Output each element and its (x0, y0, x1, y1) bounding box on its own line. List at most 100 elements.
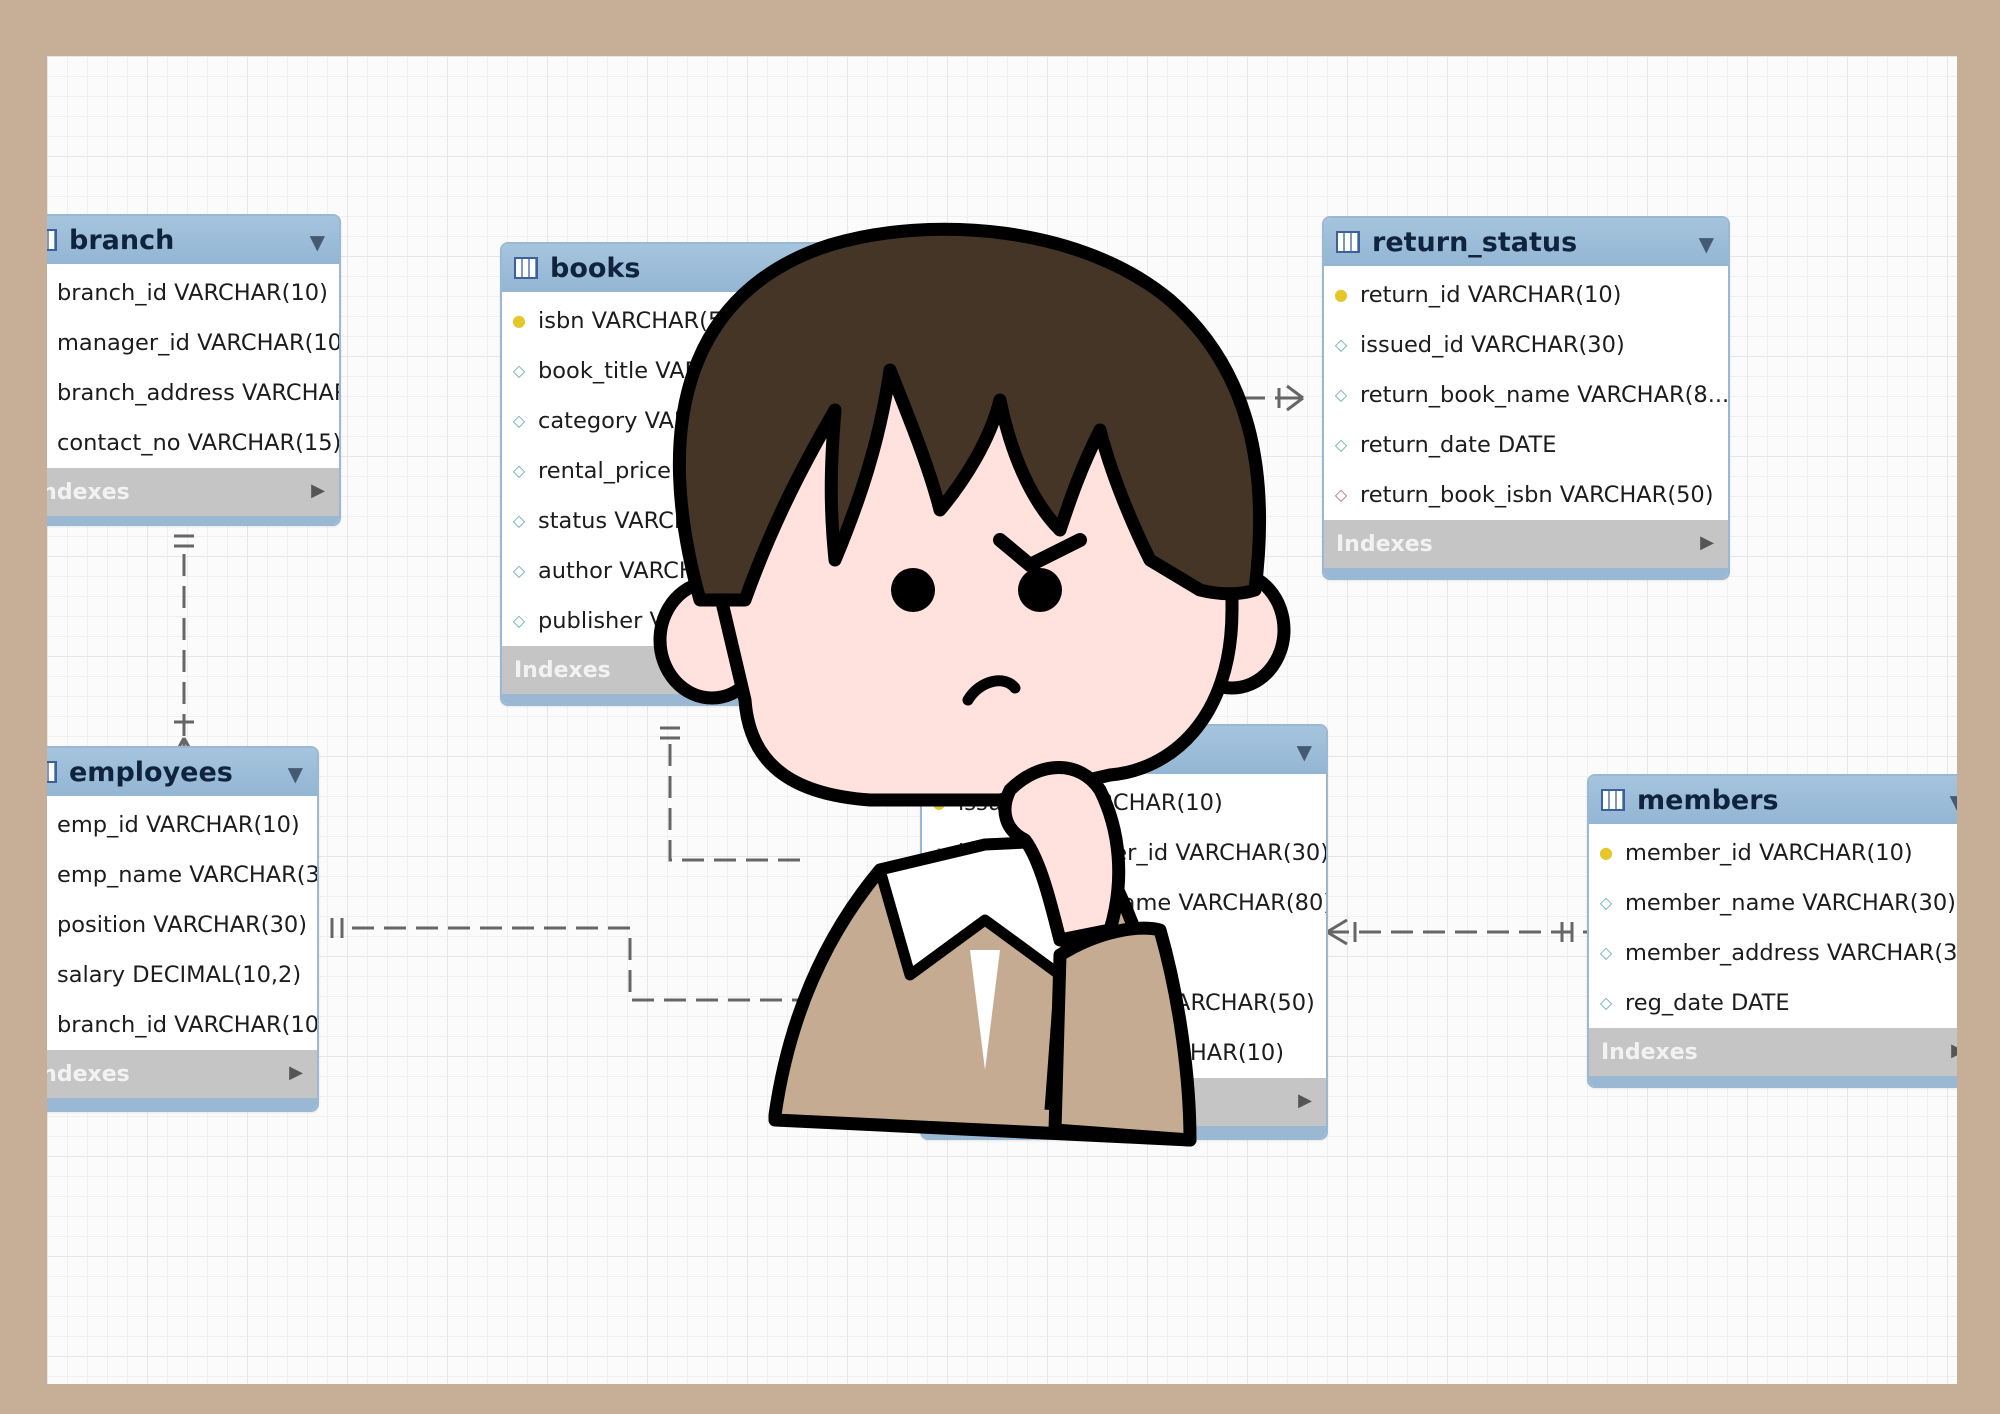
diamond-icon: ◇ (932, 893, 946, 912)
chevron-down-icon[interactable]: ▼ (1297, 740, 1312, 764)
entity-footer (1589, 1076, 1957, 1086)
triangle-right-icon[interactable]: ▶ (289, 1062, 303, 1083)
entity-footer (1324, 568, 1728, 578)
chevron-down-icon[interactable]: ▼ (288, 762, 303, 786)
column-row[interactable]: ◇ return_book_name VARCHAR(8... (1324, 370, 1728, 420)
column-row[interactable]: ◇ issued_emp_id VARCHAR(10) (922, 1028, 1326, 1078)
entity-title: branch (69, 224, 175, 256)
column-label: category VARCHAR(10) (538, 408, 799, 434)
crowfoot-branch-one (174, 534, 194, 548)
entity-header[interactable]: return_status ▼ (1324, 218, 1728, 266)
column-row[interactable]: ◇ rental_price DECIMAL(10,2) (502, 446, 842, 496)
column-row[interactable]: ◇ author VARCHAR(35) (502, 546, 842, 596)
foreign-key-diamond-icon: ◇ (932, 993, 946, 1012)
column-row[interactable]: ◇ issued_id VARCHAR(30) (1324, 320, 1728, 370)
column-row[interactable]: ● isbn VARCHAR(50) (502, 296, 842, 346)
triangle-right-icon[interactable]: ▶ (1700, 532, 1714, 553)
indexes-section[interactable]: Indexes ▶ (922, 1078, 1326, 1126)
diamond-icon: ◇ (512, 511, 526, 530)
entity-header[interactable]: employees ▼ (47, 748, 317, 796)
column-row[interactable]: ◇contact_no VARCHAR(15) (47, 418, 339, 468)
column-row[interactable]: ◇position VARCHAR(30) (47, 900, 317, 950)
column-row[interactable]: ● member_id VARCHAR(10) (1589, 828, 1957, 878)
foreign-key-diamond-icon: ◇ (932, 1043, 946, 1062)
column-label: issued_id VARCHAR(30) (1360, 332, 1625, 358)
table-icon (1336, 231, 1360, 253)
column-row[interactable]: ◇ category VARCHAR(10) (502, 396, 842, 446)
entity-employees[interactable]: employees ▼ ●emp_id VARCHAR(10) ◇emp_nam… (47, 746, 319, 1112)
column-row[interactable]: ● return_id VARCHAR(10) (1324, 270, 1728, 320)
entity-header[interactable]: books ▼ (502, 244, 842, 292)
column-row[interactable]: ● issued_id VARCHAR(10) (922, 778, 1326, 828)
column-row[interactable]: ◇ reg_date DATE (1589, 978, 1957, 1028)
triangle-right-icon[interactable]: ▶ (814, 658, 828, 679)
indexes-section[interactable]: Indexes ▶ (47, 468, 339, 516)
foreign-key-diamond-icon: ◇ (1334, 485, 1348, 504)
column-label: publisher VARCHAR(55) (538, 608, 804, 634)
column-row[interactable]: ◇manager_id VARCHAR(10) (47, 318, 339, 368)
entity-books[interactable]: books ▼ ● isbn VARCHAR(50) ◇ book_title VA… (500, 242, 844, 706)
column-row[interactable]: ●branch_id VARCHAR(10) (47, 268, 339, 318)
indexes-section[interactable]: Indexes ▶ (1324, 520, 1728, 568)
chevron-down-icon[interactable]: ▼ (1950, 790, 1957, 814)
diamond-icon: ◇ (512, 561, 526, 580)
column-row[interactable]: ◇ book_title VARCHAR(75) (502, 346, 842, 396)
diamond-icon: ◇ (1334, 435, 1348, 454)
column-row[interactable]: ◇ member_name VARCHAR(30) (1589, 878, 1957, 928)
entity-header[interactable]: issued_status ▼ (922, 726, 1326, 774)
column-label: reg_date DATE (1625, 990, 1790, 1016)
entity-branch[interactable]: branch ▼ ●branch_id VARCHAR(10) ◇manager… (47, 214, 341, 526)
diamond-icon: ◇ (512, 411, 526, 430)
column-label: contact_no VARCHAR(15) (57, 430, 341, 456)
column-row[interactable]: ◇ return_date DATE (1324, 420, 1728, 470)
indexes-label: Indexes (1601, 1039, 1698, 1065)
indexes-label: Indexes (514, 657, 611, 683)
diamond-icon: ◇ (1599, 993, 1613, 1012)
column-row[interactable]: ◇ member_address VARCHAR(3... (1589, 928, 1957, 978)
entity-header[interactable]: branch ▼ (47, 216, 339, 264)
entity-header[interactable]: members ▼ (1589, 776, 1957, 824)
table-icon (934, 739, 958, 761)
column-row[interactable]: ◇branch_address VARCHAR(3... (47, 368, 339, 418)
column-row[interactable]: ●emp_id VARCHAR(10) (47, 800, 317, 850)
rel-books-issued (668, 744, 807, 862)
triangle-right-icon[interactable]: ▶ (1951, 1040, 1957, 1061)
chevron-down-icon[interactable]: ▼ (310, 230, 325, 254)
indexes-section[interactable]: Indexes ▶ (502, 646, 842, 694)
indexes-label: Indexes (934, 1089, 1031, 1115)
indexes-section[interactable]: Indexes ▶ (47, 1050, 317, 1098)
column-row[interactable]: ◇ issued_book_isbn VARCHAR(50) (922, 978, 1326, 1028)
crowfoot-books-one (660, 726, 680, 740)
chevron-down-icon[interactable]: ▼ (813, 258, 828, 282)
foreign-key-diamond-icon: ◇ (932, 843, 946, 862)
triangle-right-icon[interactable]: ▶ (1298, 1090, 1312, 1111)
key-icon: ● (512, 311, 526, 330)
triangle-right-icon[interactable]: ▶ (311, 480, 325, 501)
entity-title: issued_status (970, 734, 1178, 766)
column-row[interactable]: ◇ issued_book_name VARCHAR(80) (922, 878, 1326, 928)
crowfoot-employees-one (330, 918, 344, 938)
diamond-icon: ◇ (1334, 335, 1348, 354)
column-row[interactable]: ◇branch_id VARCHAR(10) (47, 1000, 317, 1050)
column-label: return_date DATE (1360, 432, 1557, 458)
column-row[interactable]: ◇ issued_date DATE (922, 928, 1326, 978)
er-diagram-canvas[interactable]: branch ▼ ●branch_id VARCHAR(10) ◇manager… (47, 56, 1957, 1384)
column-label: return_book_isbn VARCHAR(50) (1360, 482, 1714, 508)
chevron-down-icon[interactable]: ▼ (1699, 232, 1714, 256)
column-row[interactable]: ◇ return_book_isbn VARCHAR(50) (1324, 470, 1728, 520)
column-label: position VARCHAR(30) (57, 912, 307, 938)
column-row[interactable]: ◇salary DECIMAL(10,2) (47, 950, 317, 1000)
column-row[interactable]: ◇emp_name VARCHAR(3... (47, 850, 317, 900)
column-label: emp_id VARCHAR(10) (57, 812, 300, 838)
column-label: branch_address VARCHAR(3... (57, 380, 339, 406)
column-row[interactable]: ◇ issued_member_id VARCHAR(30) (922, 828, 1326, 878)
column-label: book_title VARCHAR(75) (538, 358, 809, 384)
indexes-section[interactable]: Indexes ▶ (1589, 1028, 1957, 1076)
column-row[interactable]: ◇ publisher VARCHAR(55) (502, 596, 842, 646)
column-row[interactable]: ◇ status VARCHAR(15) (502, 496, 842, 546)
diamond-icon: ◇ (512, 361, 526, 380)
entity-issued-status[interactable]: issued_status ▼ ● issued_id VARCHAR(10) ◇… (920, 724, 1328, 1140)
key-icon: ● (932, 793, 946, 812)
entity-members[interactable]: members ▼ ● member_id VARCHAR(10) ◇ member… (1587, 774, 1957, 1088)
entity-return-status[interactable]: return_status ▼ ● return_id VARCHAR(10) ◇… (1322, 216, 1730, 580)
